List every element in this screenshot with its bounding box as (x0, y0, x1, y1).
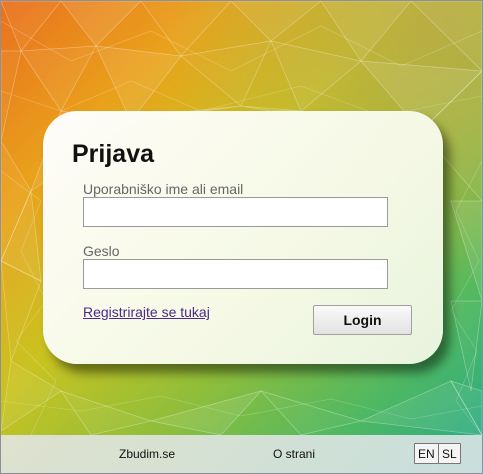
register-link[interactable]: Registrirajte se tukaj (83, 304, 210, 320)
page-frame: Prijava Uporabniško ime ali email Geslo … (0, 0, 483, 474)
login-button[interactable]: Login (313, 305, 412, 335)
username-input[interactable] (83, 197, 388, 227)
footer-site-link[interactable]: Zbudim.se (119, 447, 175, 461)
footer-about-link[interactable]: O strani (273, 447, 315, 461)
language-sl-button[interactable]: SL (438, 443, 461, 464)
username-label: Uporabniško ime ali email (83, 181, 244, 197)
language-en-button[interactable]: EN (414, 443, 439, 464)
login-card: Prijava Uporabniško ime ali email Geslo … (43, 111, 443, 364)
login-title: Prijava (72, 140, 155, 168)
footer-bar: Zbudim.se O strani EN SL (1, 435, 482, 473)
password-input[interactable] (83, 259, 388, 289)
password-label: Geslo (83, 243, 120, 259)
